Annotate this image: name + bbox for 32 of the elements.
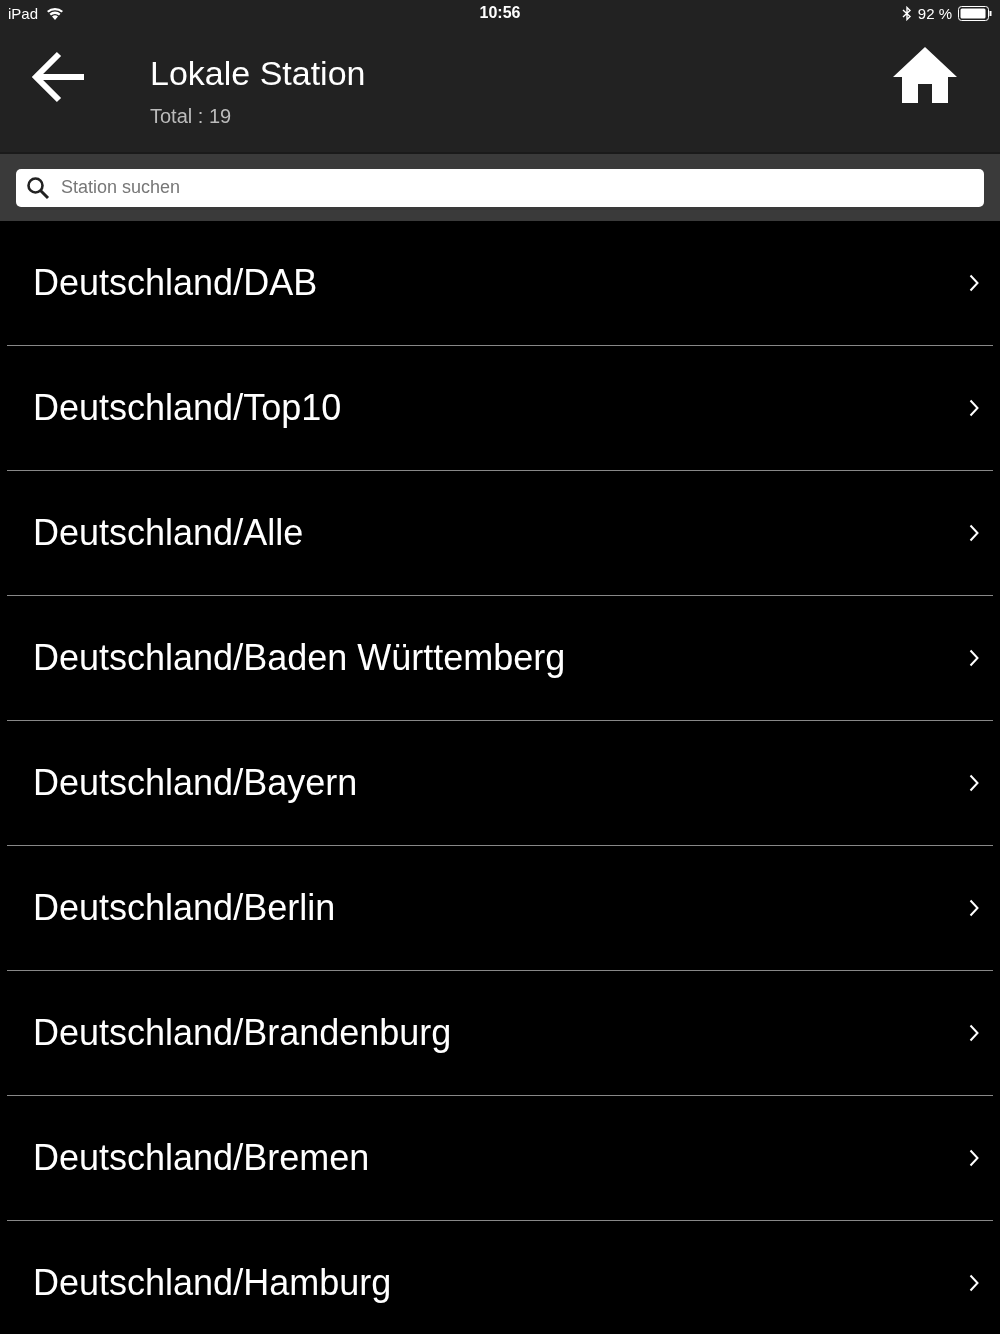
station-category-item[interactable]: Deutschland/Hamburg [7, 1221, 993, 1334]
station-category-item[interactable]: Deutschland/Baden Württemberg [7, 596, 993, 721]
station-category-item[interactable]: Deutschland/Bremen [7, 1096, 993, 1221]
chevron-right-icon [969, 774, 979, 792]
bluetooth-icon [901, 5, 912, 21]
station-count: Total : 19 [150, 105, 233, 128]
chevron-right-icon [969, 1274, 979, 1292]
page-title: Lokale Station [150, 54, 367, 93]
chevron-right-icon [969, 1149, 979, 1167]
home-button[interactable] [892, 46, 958, 104]
station-category-item[interactable]: Deutschland/DAB [7, 221, 993, 346]
station-category-item[interactable]: Deutschland/Bayern [7, 721, 993, 846]
clock: 10:56 [479, 4, 521, 22]
battery-percentage: 92 % [917, 4, 952, 22]
back-button[interactable] [32, 50, 86, 104]
station-category-item[interactable]: Deutschland/Brandenburg [7, 971, 993, 1096]
home-icon [892, 46, 958, 104]
back-arrow-icon [32, 50, 86, 104]
station-category-item[interactable]: Deutschland/Top10 [7, 346, 993, 471]
device-name: iPad [8, 4, 39, 22]
battery-icon [958, 5, 992, 21]
chevron-right-icon [969, 524, 979, 542]
station-category-item[interactable]: Deutschland/Berlin [7, 846, 993, 971]
chevron-right-icon [969, 399, 979, 417]
chevron-right-icon [969, 649, 979, 667]
chevron-right-icon [969, 1024, 979, 1042]
chevron-right-icon [969, 899, 979, 917]
chevron-right-icon [969, 274, 979, 292]
search-icon [26, 175, 50, 200]
wifi-icon [46, 6, 65, 20]
station-category-item[interactable]: Deutschland/Alle [7, 471, 993, 596]
search-field[interactable]: Station suchen [16, 168, 984, 207]
